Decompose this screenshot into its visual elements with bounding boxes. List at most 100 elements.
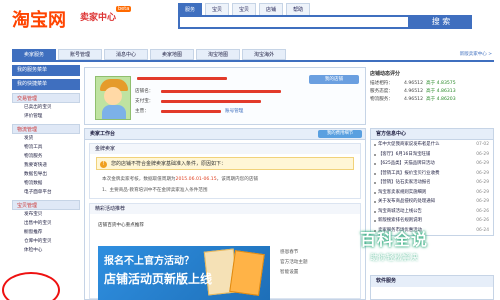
rating-label: 描述相符： <box>370 81 393 86</box>
news-item[interactable]: 淘宝商城活动上线公告 06-26 <box>371 207 493 217</box>
my-service-menu-button[interactable]: 我的服务菜单 <box>12 65 80 76</box>
software-service-panel: 软件服务 <box>370 275 494 300</box>
header: 淘宝网 卖家中心 beta 服务 宝贝 宝贝 店铺 帮助 搜 索 <box>0 0 500 44</box>
my-shortcut-menu-button[interactable]: 我的快捷菜单 <box>12 79 80 90</box>
taobao-logo[interactable]: 淘宝网 <box>12 6 66 32</box>
promo-banner[interactable]: 报名不上官方活动？ 店铺活动页新版上线 <box>98 246 270 300</box>
news-item[interactable]: 新版搜索排名规则说明 06-26 <box>371 216 493 226</box>
sidebar-item-logistics-tools[interactable]: 物流工具 <box>12 143 80 152</box>
news-item-title[interactable]: 关于发布商品侵权的处理通知 <box>378 197 475 207</box>
gold-seller-title: 金牌卖家 <box>90 144 360 154</box>
sidebar-item-export[interactable]: 数据包导出 <box>12 170 80 179</box>
promo-link[interactable]: 智能设置 <box>280 268 308 278</box>
news-item-date: 06-29 <box>476 161 489 166</box>
news-item[interactable]: 【营销工具】报价宝贝行业收费 06-29 <box>371 169 493 179</box>
avatar-body-shape <box>102 105 126 119</box>
sidebar-item-checkup[interactable]: 体检中心 <box>12 246 80 255</box>
news-item-date: 06-29 <box>476 199 489 204</box>
news-item-title[interactable]: 【625品类】天猫品牌日活动 <box>378 159 475 169</box>
rating-value: 4.96512 <box>404 81 423 86</box>
sidebar-item-ship[interactable]: 发货 <box>12 134 80 143</box>
new-seller-center-link[interactable]: 新版卖家中心 > <box>460 51 492 57</box>
seller-center-title: 卖家中心 <box>80 13 117 23</box>
tab-overseas[interactable]: 淘宝海外 <box>242 49 286 60</box>
banner-subheadline: 店铺活动页新版上线 <box>104 272 213 286</box>
rating-label: 服务态度： <box>370 89 393 94</box>
account-manage-link[interactable]: 账号管理 <box>225 108 243 114</box>
sidebar-group-items[interactable]: 宝贝管理 <box>12 200 80 210</box>
sidebar-item-window[interactable]: 橱窗推荐 <box>12 228 80 237</box>
seller-workbench: 卖家工作台 金牌卖家 ! 您的店铺不符合金牌卖家基础准入条件，原因如下： 本次金… <box>84 128 366 300</box>
banner-headline: 报名不上官方活动？ <box>104 256 194 267</box>
tab-seller-map[interactable]: 卖家地图 <box>150 49 194 60</box>
search-button[interactable]: 搜 索 <box>410 15 472 29</box>
watermark-main: 百科全说 <box>360 230 429 249</box>
sidebar-item-send-express[interactable]: 我要寄快递 <box>12 161 80 170</box>
sidebar-item-on-sale[interactable]: 出售中的宝贝 <box>12 219 80 228</box>
assessment-note: 本次金牌卖家考核，数据取值周期为2015.06.01-06.15，该周期内您的店… <box>102 176 258 182</box>
red-annotation-circle <box>2 272 60 300</box>
sidebar-item-review[interactable]: 评价管理 <box>12 112 80 121</box>
rating-row: 描述相符： 4.96512 高于 4.83575 <box>370 80 494 88</box>
note-text-post: ，该周期内您的店铺 <box>216 177 258 182</box>
news-title: 官方信息中心 <box>371 129 493 140</box>
assessment-reason: 1、主要商品·教育培训中不在金牌卖家准入条件范围 <box>102 188 208 193</box>
news-item-date: 07-02 <box>476 142 489 147</box>
news-item-date: 06-29 <box>476 189 489 195</box>
promo-link[interactable]: 感恩春节 <box>280 248 308 258</box>
rating-compare: 高于 4.86203 <box>426 97 456 102</box>
rating-row: 服务态度： 4.96512 高于 4.86313 <box>370 88 494 96</box>
watermark-sub: 助你轻松解决 <box>370 253 418 262</box>
alipay-label: 支付宝： <box>135 99 154 104</box>
promo-link[interactable]: 官方活动主题 <box>280 258 308 268</box>
sidebar-item-warehouse[interactable]: 仓库中的宝贝 <box>12 237 80 246</box>
promo-title: 精彩活动推荐 <box>90 204 360 214</box>
news-item-date: 06-29 <box>476 180 489 185</box>
rating-compare: 高于 4.83575 <box>426 81 456 86</box>
promo-side-links: 感恩春节 官方活动主题 智能设置 <box>280 248 308 278</box>
fee-details-button[interactable]: 我的费用细节 <box>318 130 362 138</box>
news-item[interactable]: 年中大促我商家说发布者是什么 07-02 <box>371 140 493 150</box>
tab-seller-service[interactable]: 卖家服务 <box>12 49 56 60</box>
promo-section: 精彩活动推荐 店铺百货中心重点推荐 报名不上官方活动？ 店铺活动页新版上线 感恩… <box>89 203 361 300</box>
sidebar-item-logistics-data[interactable]: 物流数据 <box>12 179 80 188</box>
sidebar-group-logistics[interactable]: 物流管理 <box>12 124 80 134</box>
tab-taobao-map[interactable]: 淘宝地图 <box>196 49 240 60</box>
sidebar-item-logistics-service[interactable]: 物流服务 <box>12 152 80 161</box>
news-item-date: 06-26 <box>476 208 489 214</box>
seller-avatar[interactable] <box>95 76 131 120</box>
news-item-title[interactable]: 新版搜索排名规则说明 <box>378 216 475 226</box>
my-shop-button[interactable]: 我的店铺 <box>309 75 359 84</box>
news-item-title[interactable]: 淘宝商城活动上线公告 <box>378 207 475 217</box>
news-item-date: 06-26 <box>476 218 489 223</box>
news-item[interactable]: 淘宝客卖家规则实施细则 06-29 <box>371 188 493 198</box>
redacted-alipay <box>161 100 261 103</box>
news-item-title[interactable]: 【客厅】6月16日淘宝旺铺 <box>378 150 475 160</box>
sidebar-item-e-waybill[interactable]: 电子面单平台 <box>12 188 80 197</box>
shop-rating-panel: 店铺动态评分 描述相符： 4.96512 高于 4.83575 服务态度： 4.… <box>370 67 494 125</box>
tab-messages[interactable]: 消息中心 <box>104 49 148 60</box>
news-item[interactable]: 【客厅】6月16日淘宝旺铺 06-29 <box>371 150 493 160</box>
news-item-title[interactable]: 年中大促我商家说发布者是什么 <box>378 140 475 150</box>
gold-seller-notice: ! 您的店铺不符合金牌卖家基础准入条件，原因如下： <box>96 157 354 170</box>
news-item[interactable]: 关于发布商品侵权的处理通知 06-29 <box>371 197 493 207</box>
gold-seller-section: 金牌卖家 ! 您的店铺不符合金牌卖家基础准入条件，原因如下： 本次金牌卖家考核，… <box>89 143 361 199</box>
sidebar-group-trade[interactable]: 交易管理 <box>12 93 80 103</box>
news-item-title[interactable]: 【营销】钻石卖家活动报名 <box>378 178 475 188</box>
official-news-panel: 官方信息中心 年中大促我商家说发布者是什么 07-02 【客厅】6月16日淘宝旺铺… <box>370 128 494 236</box>
note-text: 本次金牌卖家考核，数据取值周期为 <box>102 177 176 182</box>
news-item-date: 06-29 <box>476 151 489 157</box>
sidebar-item-sold[interactable]: 已卖出的宝贝 <box>12 103 80 112</box>
tab-account[interactable]: 账号管理 <box>58 49 102 60</box>
sidebar-item-publish[interactable]: 发布宝贝 <box>12 210 80 219</box>
news-item-title[interactable]: 【营销工具】报价宝贝行业收费 <box>378 169 475 179</box>
search-input[interactable] <box>178 15 410 29</box>
news-item[interactable]: 【营销】钻石卖家活动报名 06-29 <box>371 178 493 188</box>
news-item[interactable]: 【625品类】天猫品牌日活动 06-29 <box>371 159 493 169</box>
rating-compare: 高于 4.86313 <box>426 89 456 94</box>
news-item-title[interactable]: 淘宝客卖家规则实施细则 <box>378 188 475 198</box>
rating-value: 4.96512 <box>404 89 423 94</box>
notice-text: 您的店铺不符合金牌卖家基础准入条件，原因如下： <box>111 161 227 167</box>
software-title: 软件服务 <box>371 276 493 287</box>
sidebar: 我的服务菜单 我的快捷菜单 交易管理 已卖出的宝贝 评价管理 物流管理 发货 物… <box>12 65 80 300</box>
